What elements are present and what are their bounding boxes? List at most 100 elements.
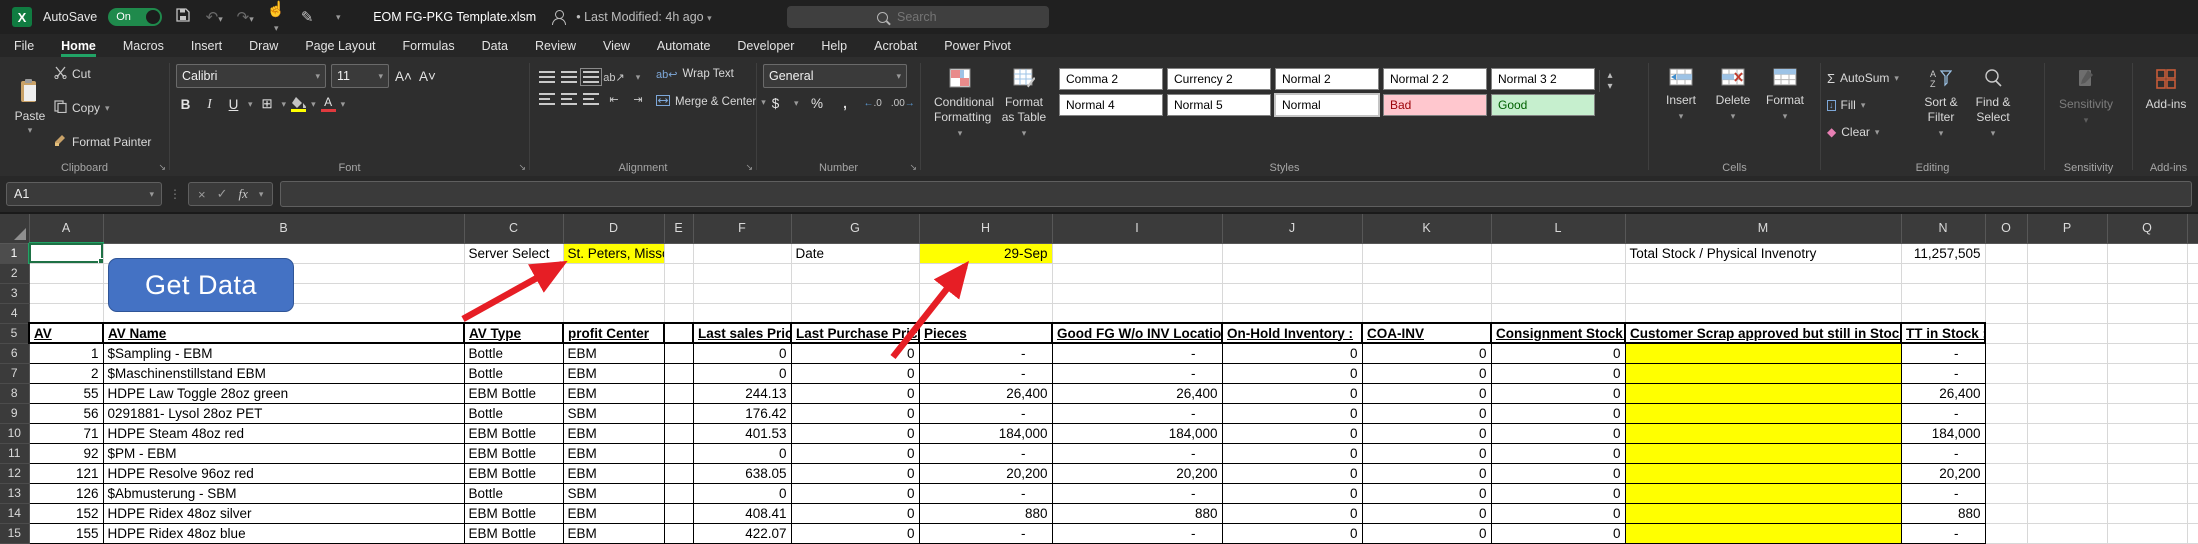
cell-N3[interactable] [1901,283,1985,303]
cell-N2[interactable] [1901,263,1985,283]
cell-L9[interactable]: 0 [1491,403,1625,423]
cell-E13[interactable] [664,483,693,503]
cell-D9[interactable]: SBM [563,403,664,423]
underline-button[interactable]: U [224,97,243,112]
cell-Q4[interactable] [2107,303,2187,323]
cell-A12[interactable]: 121 [29,463,103,483]
cell-K6[interactable]: 0 [1362,343,1491,363]
cell-C7[interactable]: Bottle [464,363,563,383]
cell-H10[interactable]: 184,000 [919,423,1052,443]
cell-O12[interactable] [1985,463,2027,483]
cell-D14[interactable]: EBM [563,503,664,523]
cell-G15[interactable]: 0 [791,523,919,543]
cell-N4[interactable] [1901,303,1985,323]
cell-G14[interactable]: 0 [791,503,919,523]
cell-F3[interactable] [693,283,791,303]
cell-G10[interactable]: 0 [791,423,919,443]
cell-N14[interactable]: 880 [1901,503,1985,523]
cell-K3[interactable] [1362,283,1491,303]
cell-L2[interactable] [1491,263,1625,283]
cell-B13[interactable]: $Abmusterung - SBM [103,483,464,503]
cell-B5[interactable]: AV Name [103,323,464,343]
alignment-dialog-launcher-icon[interactable]: ↘ [745,162,753,173]
cell-G1[interactable]: Date [791,243,919,263]
cell-M2[interactable] [1625,263,1901,283]
cell-G7[interactable]: 0 [791,363,919,383]
cell-O14[interactable] [1985,503,2027,523]
cell-O3[interactable] [1985,283,2027,303]
cell-D1[interactable]: St. Peters, Missouri [563,243,664,263]
cell-B15[interactable]: HDPE Ridex 48oz blue [103,523,464,543]
conditional-formatting-button[interactable]: Conditional Formatting▾ [927,62,993,139]
cell-L14[interactable]: 0 [1491,503,1625,523]
tab-draw[interactable]: Draw [249,34,278,57]
cell-C3[interactable] [464,283,563,303]
italic-button[interactable]: I [200,96,219,112]
style-normal-2[interactable]: Normal 2 [1275,68,1379,90]
cell-A1[interactable] [29,243,103,263]
increase-indent-icon[interactable]: ⇥ [633,93,642,106]
cell-B7[interactable]: $Maschinenstillstand EBM [103,363,464,383]
cell-C15[interactable]: EBM Bottle [464,523,563,543]
cell-F4[interactable] [693,303,791,323]
cell-F11[interactable]: 0 [693,443,791,463]
fill-color-dropdown-icon[interactable]: ▾ [311,99,316,110]
col-header-Q[interactable]: Q [2107,214,2187,243]
cell-I6[interactable]: - [1052,343,1222,363]
increase-decimal-icon[interactable]: ←.0 [864,98,882,109]
tab-developer[interactable]: Developer [737,34,794,57]
cell-R5[interactable] [2187,323,2198,343]
cell-D5[interactable]: profit Center [563,323,664,343]
col-header-P[interactable]: P [2027,214,2107,243]
cell-F15[interactable]: 422.07 [693,523,791,543]
format-painter-button[interactable]: Format Painter [54,132,151,152]
cell-N10[interactable]: 184,000 [1901,423,1985,443]
enter-icon[interactable]: ✓ [217,186,228,202]
cell-A8[interactable]: 55 [29,383,103,403]
cell-P9[interactable] [2027,403,2107,423]
cell-D12[interactable]: EBM [563,463,664,483]
cell-M14[interactable] [1625,503,1901,523]
borders-dropdown-icon[interactable]: ▾ [282,99,287,110]
cell-O9[interactable] [1985,403,2027,423]
cell-E14[interactable] [664,503,693,523]
cell-H2[interactable] [919,263,1052,283]
cell-B9[interactable]: 0291881- Lysol 28oz PET [103,403,464,423]
tab-help[interactable]: Help [821,34,847,57]
cell-C6[interactable]: Bottle [464,343,563,363]
save-icon[interactable] [173,8,193,26]
cell-A13[interactable]: 126 [29,483,103,503]
cell-J14[interactable]: 0 [1222,503,1362,523]
cell-F1[interactable] [693,243,791,263]
cell-B10[interactable]: HDPE Steam 48oz red [103,423,464,443]
align-bottom-icon[interactable] [583,71,599,83]
cell-R8[interactable] [2187,383,2198,403]
cell-C5[interactable]: AV Type [464,323,563,343]
cell-Q12[interactable] [2107,463,2187,483]
cell-O10[interactable] [1985,423,2027,443]
cell-Q9[interactable] [2107,403,2187,423]
cell-Q11[interactable] [2107,443,2187,463]
cell-L11[interactable]: 0 [1491,443,1625,463]
row-header-5[interactable]: 5 [0,323,29,343]
cell-O13[interactable] [1985,483,2027,503]
cell-E11[interactable] [664,443,693,463]
row-header-12[interactable]: 12 [0,463,29,483]
cell-Q6[interactable] [2107,343,2187,363]
cell-R11[interactable] [2187,443,2198,463]
row-header-13[interactable]: 13 [0,483,29,503]
style-bad[interactable]: Bad [1383,94,1487,116]
cell-C2[interactable] [464,263,563,283]
cell-L13[interactable]: 0 [1491,483,1625,503]
autosum-button[interactable]: Σ AutoSum▾ [1827,68,1915,88]
cell-A9[interactable]: 56 [29,403,103,423]
cell-J8[interactable]: 0 [1222,383,1362,403]
tab-file[interactable]: File [14,34,34,57]
cell-C4[interactable] [464,303,563,323]
tab-acrobat[interactable]: Acrobat [874,34,917,57]
cell-J4[interactable] [1222,303,1362,323]
cell-E5[interactable] [664,323,693,343]
cell-H4[interactable] [919,303,1052,323]
cell-M13[interactable] [1625,483,1901,503]
sensitivity-button[interactable]: Sensitivity▾ [2051,62,2121,126]
